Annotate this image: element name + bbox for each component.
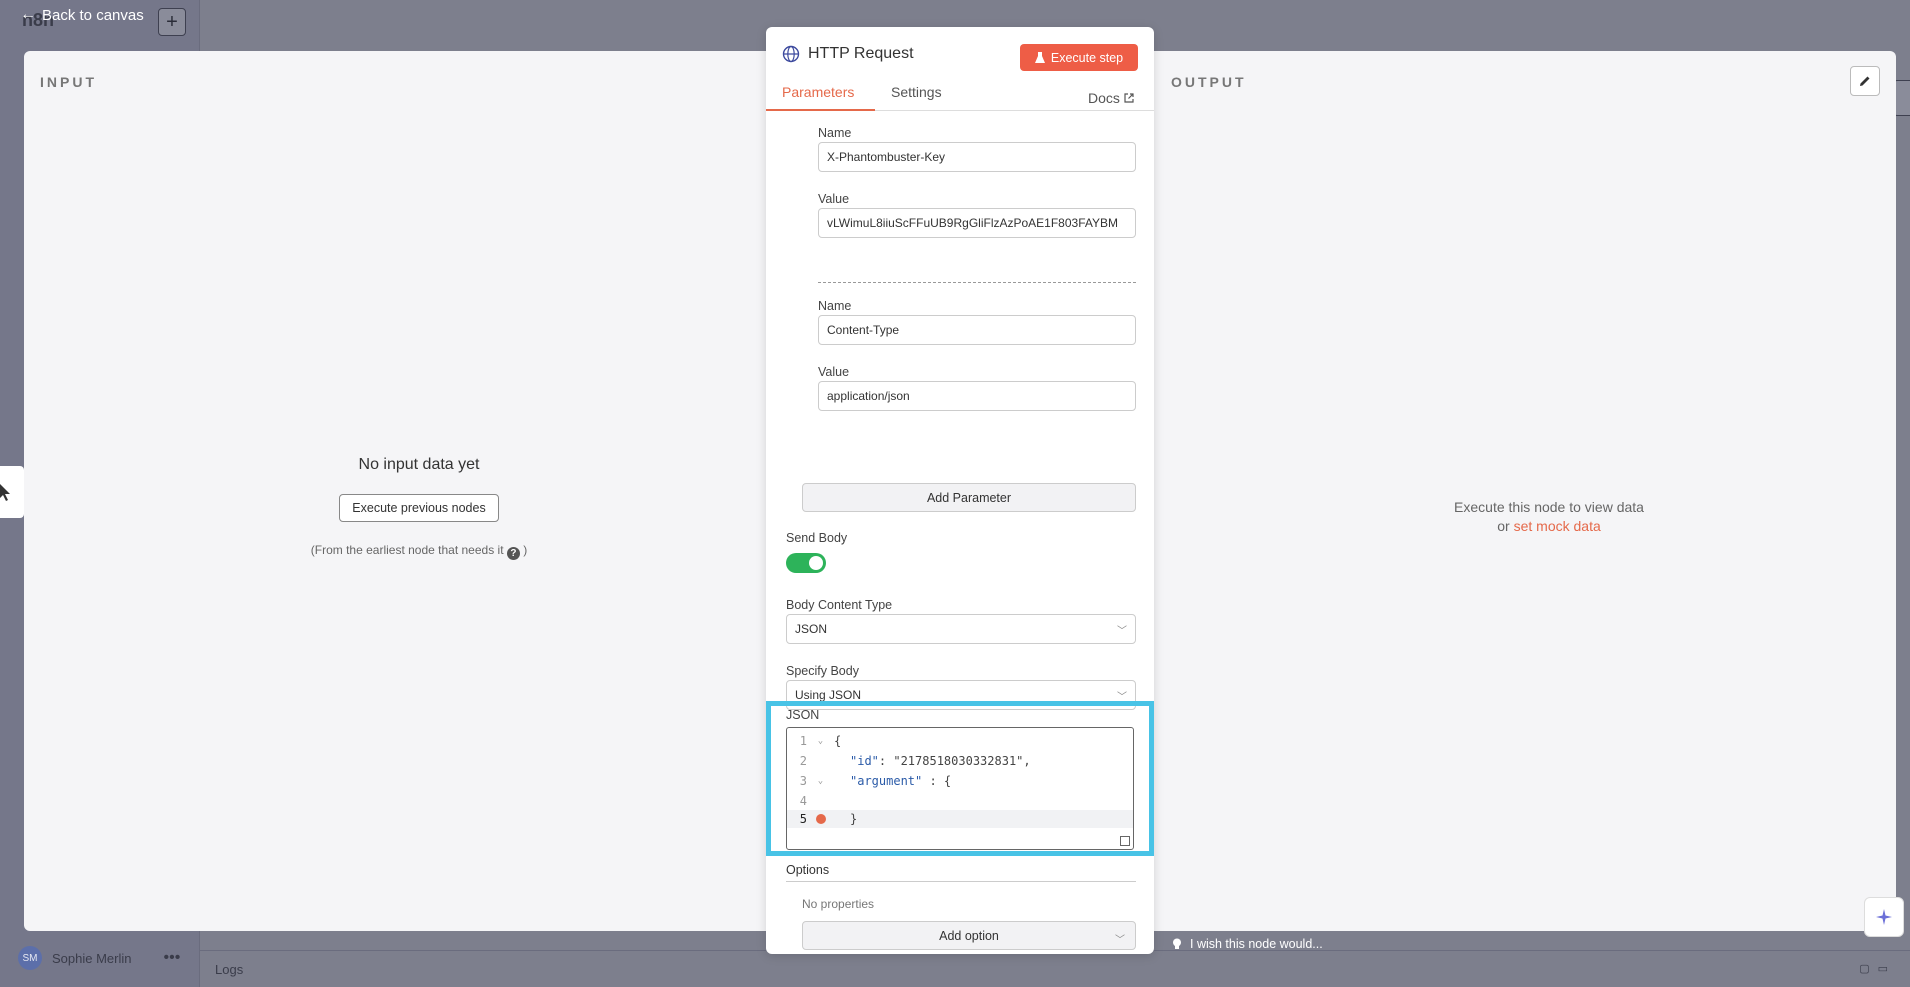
resize-handle-icon[interactable] [1120,836,1130,846]
tab-parameters[interactable]: Parameters [766,84,875,111]
flask-icon [1034,51,1045,63]
json-editor[interactable]: 1 ⌄ { 2 "id": "2178518030332831", 3 ⌄ "a… [786,727,1134,850]
input-empty-state: No input data yet Execute previous nodes [304,456,534,522]
header-name-input[interactable]: X-Phantombuster-Key [818,142,1136,172]
input-empty-heading: No input data yet [358,456,480,473]
no-properties-text: No properties [802,897,875,911]
header-value-label: Value [818,365,850,379]
json-body-highlight: JSON 1 ⌄ { 2 "id": "2178518030332831", 3… [766,701,1154,856]
send-body-toggle[interactable] [786,553,826,573]
external-link-icon [1124,92,1134,103]
code-text: } [850,812,858,826]
parameters-body: Name X-Phantombuster-Key Value vLWimuL8i… [766,111,1154,954]
input-hint-suffix: ) [523,543,528,557]
send-body-label: Send Body [786,531,848,545]
tab-docs[interactable]: Docs [1088,84,1134,111]
input-hint: (From the earliest node that needs it ? … [254,543,584,560]
output-or: or [1497,518,1510,534]
back-to-canvas-label: Back to canvas [42,6,144,24]
json-key: "id" [850,754,879,768]
logs-label[interactable]: Logs [215,962,243,977]
code-text: { [834,734,842,748]
specify-body-label: Specify Body [786,664,859,678]
avatar: SM [18,946,42,970]
ai-assistant-button[interactable] [1864,897,1904,937]
header-name-label: Name [818,126,852,140]
chevron-down-icon: ﹀ [1117,625,1127,637]
add-option-button[interactable]: Add option ﹀ [802,921,1136,950]
code-line: 2 "id": "2178518030332831", [787,752,1133,770]
wish-feedback[interactable]: I wish this node would... [1172,937,1323,951]
fold-icon[interactable]: ⌄ [807,736,834,746]
execute-previous-nodes-button[interactable]: Execute previous nodes [339,494,499,522]
arrow-left-icon: ← [20,6,36,23]
input-pane-title: INPUT [40,74,97,90]
globe-icon [782,45,800,63]
wish-text: I wish this node would... [1190,937,1323,951]
execute-step-label: Execute step [1050,50,1124,65]
edit-output-button[interactable] [1850,66,1880,96]
docs-label: Docs [1088,89,1120,106]
header-value-input[interactable]: vLWimuL8iiuScFFuUB9RgGliFlzAzPoAE1F803FA… [818,208,1136,238]
json-value: : { [922,774,952,788]
body-content-type-select[interactable]: JSON ﹀ [786,614,1136,644]
add-node-button[interactable]: + [158,8,186,36]
output-empty-message: Execute this node to view data [1454,499,1644,515]
user-name: Sophie Merlin [52,950,132,966]
node-tabs: Parameters Settings Docs [766,84,1154,112]
header-name-label: Name [818,299,852,313]
line-number: 2 [799,754,807,768]
sparkle-icon [1876,909,1892,925]
body-content-type-label: Body Content Type [786,598,893,612]
output-pane-title: OUTPUT [1171,74,1247,90]
more-icon[interactable]: ••• [164,949,181,967]
add-option-label: Add option [939,928,999,943]
node-title: HTTP Request [782,45,914,63]
chevron-down-icon: ﹀ [1115,935,1125,946]
header-value-label: Value [818,192,850,206]
json-key: "argument" [850,774,923,788]
json-value: : "2178518030332831", [878,754,1031,768]
header-name-input[interactable]: Content-Type [818,315,1136,345]
node-header: HTTP Request Execute step Parameters Set… [766,27,1154,111]
specify-body-value: Using JSON [795,688,862,702]
output-empty-state: Execute this node to view data or set mo… [1369,498,1729,536]
line-number: 4 [799,794,807,808]
node-parameters-panel: HTTP Request Execute step Parameters Set… [766,27,1154,954]
set-mock-data-link[interactable]: set mock data [1514,518,1601,534]
help-icon[interactable]: ? [506,547,520,560]
node-title-text: HTTP Request [808,45,914,62]
code-line: 3 ⌄ "argument" : { [787,772,1133,790]
options-divider [786,881,1136,882]
input-hint-prefix: (From the earliest node that needs it [310,543,504,557]
body-content-type-value: JSON [795,622,828,636]
add-parameter-button[interactable]: Add Parameter [802,483,1136,512]
panel-icons: ▢▭ [1859,963,1896,975]
tab-settings[interactable]: Settings [891,84,942,111]
code-line-active: 5 } [787,810,1133,828]
header-divider [818,282,1136,283]
options-label: Options [786,863,830,877]
code-line: 1 ⌄ { [787,732,1133,750]
line-number: 3 [799,774,807,788]
code-line: 4 [787,792,1133,810]
pencil-icon [1860,76,1870,86]
back-to-canvas-button[interactable]: ← Back to canvas [20,6,144,24]
user-menu[interactable]: SM Sophie Merlin ••• [18,946,180,970]
json-label: JSON [786,708,820,722]
lightbulb-icon [1173,938,1181,949]
execute-step-button[interactable]: Execute step [1020,44,1138,71]
cursor-icon [0,484,10,501]
collapse-tab[interactable] [0,466,24,518]
header-value-input[interactable]: application/json [818,381,1136,411]
line-number: 1 [799,734,807,748]
fold-icon[interactable]: ⌄ [807,776,834,786]
error-icon [815,814,826,824]
line-number: 5 [799,812,807,826]
